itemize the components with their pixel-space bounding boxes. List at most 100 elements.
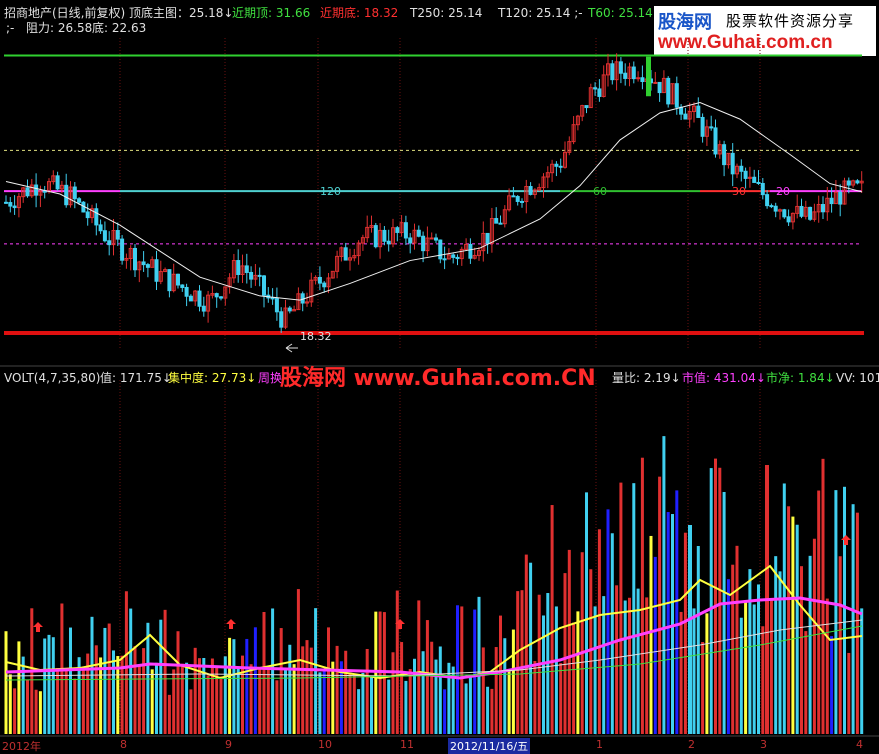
vv-value: VV: 101! (836, 371, 879, 385)
volume-bar (8, 674, 12, 734)
volume-bar (696, 546, 700, 734)
volume-bar (193, 647, 197, 734)
volume-bar (279, 628, 283, 734)
volume-bar (709, 468, 713, 734)
volume-bar (675, 490, 679, 734)
candle-body (597, 88, 602, 97)
candle-body (558, 165, 563, 168)
volume-bar (808, 555, 812, 734)
x-tick-label: 8 (120, 738, 127, 751)
volume-bar (271, 608, 275, 734)
volume-bar (318, 672, 322, 734)
volume-bar (228, 637, 232, 734)
candle-body (197, 290, 202, 307)
candle-body (829, 197, 834, 205)
volume-bar (266, 667, 270, 734)
volume-bar (800, 566, 803, 734)
candle-body (184, 286, 189, 297)
volume-bar (137, 665, 141, 734)
volume-bar (206, 675, 210, 734)
candle-body (696, 105, 701, 118)
candle-body (515, 196, 520, 202)
volume-bar (309, 647, 313, 734)
volume-bar (361, 672, 365, 734)
pb-ratio-value: 市净: 1.84↓ (766, 371, 835, 385)
volume-bar (344, 650, 348, 734)
volume-bar (739, 617, 743, 734)
candle-body (403, 222, 408, 239)
volume-value: 值: 171.75↓ (100, 371, 172, 385)
volume-bar (610, 533, 614, 734)
concentration-value: 集中度: 27.73↓ (168, 371, 257, 385)
volume-bar (189, 689, 193, 734)
volume-bar (722, 491, 726, 734)
volume-bar (155, 662, 158, 734)
up-arrow-icon (226, 619, 236, 629)
candle-body (799, 205, 804, 217)
candle-body (769, 205, 774, 208)
x-tick-label: 9 (225, 738, 232, 751)
volume-bar (438, 646, 442, 734)
volume-bar (666, 512, 670, 734)
volume-bar (597, 529, 601, 734)
volume-bar (563, 573, 567, 734)
volume-bar (851, 504, 855, 734)
volume-bar (395, 590, 399, 734)
volume-bar (13, 688, 17, 734)
volume-bar (21, 656, 25, 734)
volume-bar (331, 661, 335, 734)
volume-bar (576, 611, 580, 734)
volume-bar (662, 436, 666, 734)
volume-bar (787, 506, 791, 734)
candle-body (743, 170, 748, 179)
volume-bar (533, 660, 537, 734)
candle-body (12, 205, 17, 209)
candle-body (838, 191, 843, 205)
candle-body (141, 261, 146, 266)
volume-bar (692, 608, 696, 734)
volume-bar (163, 609, 167, 734)
candle-body (133, 247, 137, 271)
volume-bar (542, 615, 545, 734)
candle-body (765, 194, 770, 207)
volume-bar (34, 689, 38, 734)
candle-body (752, 176, 757, 183)
volume-bar (688, 525, 692, 734)
candle-body (279, 311, 284, 328)
volume-bar (619, 482, 623, 734)
volume-bar (503, 638, 507, 734)
volume-bar (580, 552, 584, 734)
candle-body (115, 230, 120, 240)
volume-bar (417, 600, 421, 734)
volume-bar (468, 676, 472, 734)
level-label: 60 (593, 185, 607, 198)
volume-bar (606, 509, 610, 734)
volume-bar (791, 516, 795, 734)
volume-bar (4, 631, 8, 734)
volume-bar (507, 670, 511, 734)
volume-bar (830, 636, 834, 734)
volume-bar (185, 662, 189, 734)
candle-body (408, 237, 413, 244)
candle-body (145, 264, 150, 268)
volume-bar (782, 483, 786, 734)
candle-body (343, 247, 348, 261)
volume-bar (434, 659, 438, 734)
volume-bar (17, 641, 21, 734)
moving-average-line (5, 101, 863, 301)
volume-bar (391, 652, 395, 734)
candle-body (85, 211, 90, 219)
volume-bar (679, 611, 683, 734)
candle-body (25, 187, 30, 197)
volume-bar (529, 562, 533, 734)
candle-body (584, 105, 589, 109)
volume-bar (262, 612, 266, 734)
x-tick-label: 10 (318, 738, 332, 751)
volume-bar (103, 627, 107, 734)
watermark: 股海网 www.Guhai.com.CN (280, 366, 596, 391)
volume-bar (425, 620, 429, 734)
volume-bar (593, 606, 597, 734)
candle-body (683, 113, 688, 120)
candle-body (167, 269, 172, 292)
chart-window: 招商地产(日线,前复权) 顶底主图：25.18↓ 近期顶: 31.66 近期底:… (0, 0, 879, 754)
